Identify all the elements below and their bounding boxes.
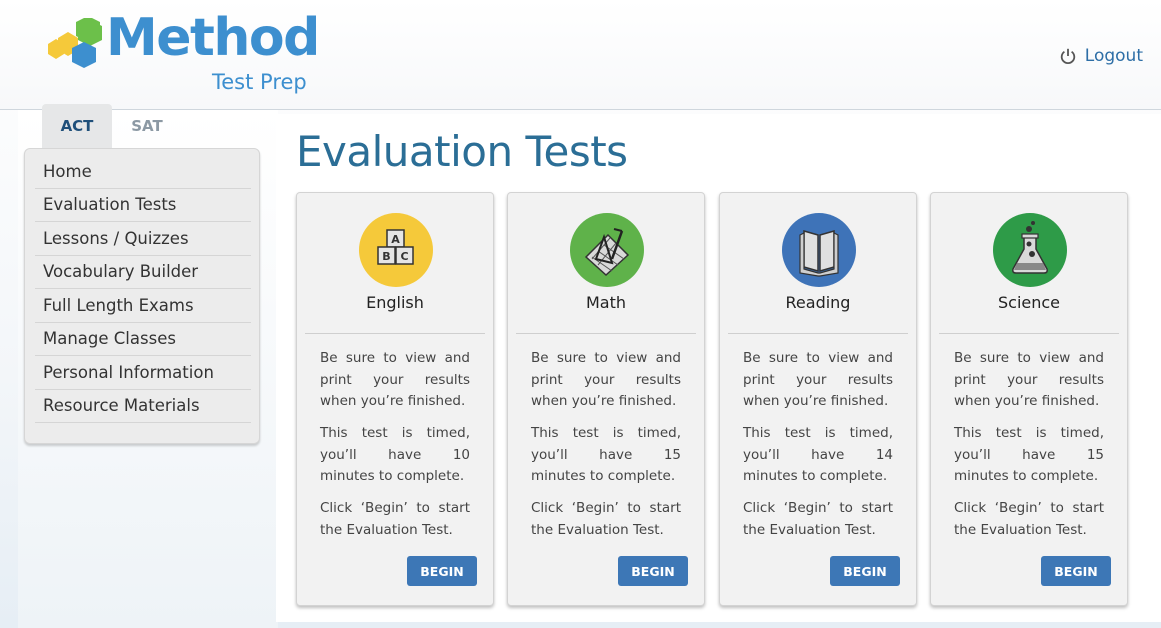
logo-subtitle: Test Prep [212,70,307,94]
card-text-timing: This test is timed, you’ll have 14 minut… [743,425,893,484]
card-text-results: Be sure to view and print your results w… [954,350,1104,409]
header: Method Test Prep Logout [0,0,1161,110]
card-divider [939,333,1119,334]
svg-text:B: B [382,250,390,263]
sidebar-item-manage-classes[interactable]: Manage Classes [35,323,251,356]
tab-sat[interactable]: SAT [112,104,182,148]
sidebar-item-home[interactable]: Home [35,155,251,189]
sidebar-nav: Home Evaluation Tests Lessons / Quizzes … [24,148,260,444]
english-icon-circle: A B C [359,213,433,287]
card-text-timing: This test is timed, you’ll have 10 minut… [320,425,470,484]
exam-tabs: ACT SAT [42,104,182,148]
flask-icon [993,213,1067,287]
begin-button-reading[interactable]: BEGIN [830,556,900,586]
card-subject: Math [585,293,627,312]
card-text-begin: Click ‘Begin’ to start the Evaluation Te… [743,500,893,538]
card-text-timing: This test is timed, you’ll have 15 minut… [531,425,681,484]
sidebar-item-evaluation-tests[interactable]: Evaluation Tests [35,189,251,222]
card-text-begin: Click ‘Begin’ to start the Evaluation Te… [531,500,681,538]
sidebar-item-resource-materials[interactable]: Resource Materials [35,390,251,423]
test-card-science: Science Be sure to view and print your r… [930,192,1128,606]
sidebar-item-lessons-quizzes[interactable]: Lessons / Quizzes [35,222,251,256]
science-icon-circle [993,213,1067,287]
sidebar-item-full-length-exams[interactable]: Full Length Exams [35,289,251,323]
tab-act[interactable]: ACT [42,104,112,148]
logout-link[interactable]: Logout [1059,46,1143,66]
hexagon-logo-icon [48,18,102,68]
sidebar-item-vocabulary-builder[interactable]: Vocabulary Builder [35,256,251,289]
reading-icon-circle [782,213,856,287]
begin-button-english[interactable]: BEGIN [407,556,477,586]
card-text-begin: Click ‘Begin’ to start the Evaluation Te… [320,500,470,538]
abc-blocks-icon: A B C [359,213,433,287]
card-divider [516,333,696,334]
geometry-tools-icon [570,213,644,287]
open-book-icon [782,213,856,287]
logout-label: Logout [1084,46,1143,66]
card-divider [305,333,485,334]
power-icon [1060,48,1075,65]
begin-button-science[interactable]: BEGIN [1041,556,1111,586]
math-icon-circle [570,213,644,287]
test-card-math: Math Be sure to view and print your resu… [507,192,705,606]
sidebar-item-personal-information[interactable]: Personal Information [35,356,251,390]
svg-text:A: A [391,233,400,246]
card-text-results: Be sure to view and print your results w… [320,350,470,409]
card-subject: Reading [785,293,851,312]
svg-text:C: C [400,250,408,263]
page-title: Evaluation Tests [296,127,628,176]
card-text-timing: This test is timed, you’ll have 15 minut… [954,425,1104,484]
card-text-results: Be sure to view and print your results w… [531,350,681,409]
begin-button-math[interactable]: BEGIN [618,556,688,586]
test-card-english: A B C English Be sure to view and print … [296,192,494,606]
method-test-prep-logo[interactable]: Method Test Prep [46,8,326,104]
card-subject: Science [997,293,1061,312]
card-divider [728,333,908,334]
logo-wordmark: Method [106,8,320,68]
card-subject: English [366,293,424,312]
card-text-results: Be sure to view and print your results w… [743,350,893,409]
card-text-begin: Click ‘Begin’ to start the Evaluation Te… [954,500,1104,538]
test-card-reading: Reading Be sure to view and print your r… [719,192,917,606]
